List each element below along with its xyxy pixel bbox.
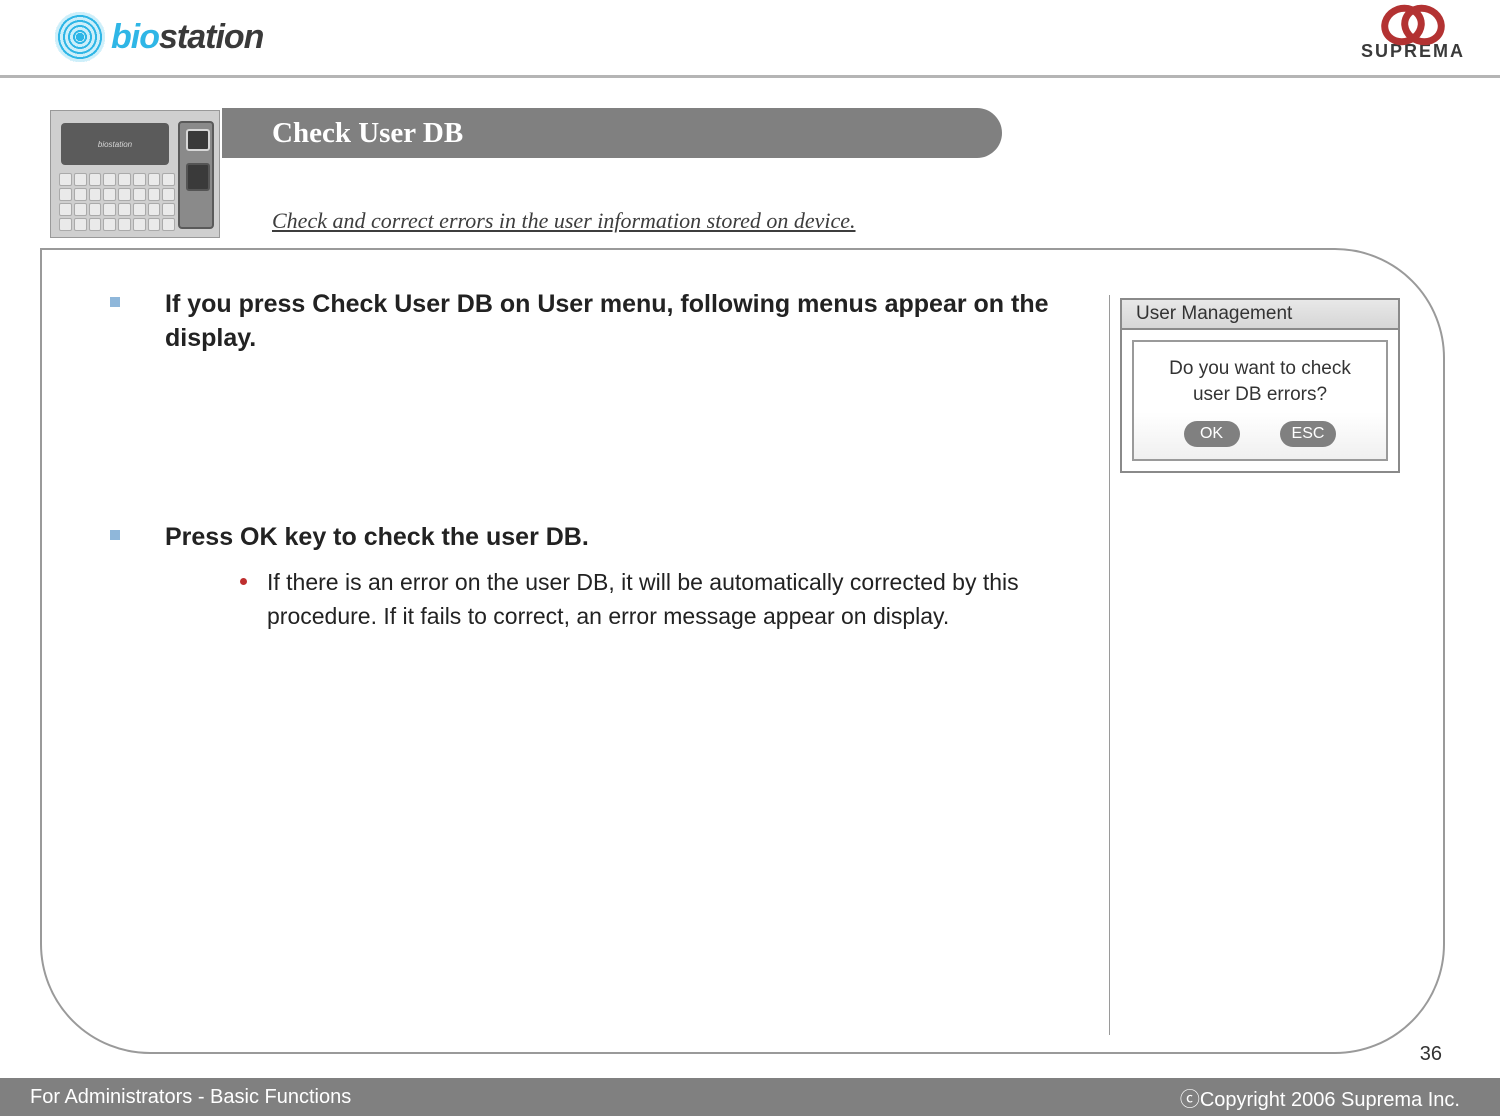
bullet-item-1: If you press Check User DB on User menu,… [110, 288, 1050, 356]
biostation-wordmark: biostation [111, 18, 263, 57]
logo-prefix: bi [111, 18, 139, 56]
page-title-banner: Check User DB [222, 108, 1002, 158]
logo-middle: o [139, 18, 159, 56]
footer-bar: For Administrators - Basic Functions ⓒCo… [0, 1078, 1500, 1116]
dialog-title: User Management [1136, 303, 1292, 325]
dialog-inner: Do you want to check user DB errors? OK … [1132, 340, 1388, 461]
square-bullet-icon [110, 530, 120, 540]
device-keypad-icon [59, 173, 175, 231]
suprema-logo: SUPREMA [1361, 5, 1465, 62]
sub-bullet-item: If there is an error on the user DB, it … [240, 566, 1027, 633]
page-number: 36 [1420, 1043, 1442, 1066]
square-bullet-icon [110, 297, 120, 307]
main-content: If you press Check User DB on User menu,… [110, 288, 1050, 663]
page-header: biostation SUPREMA [0, 0, 1500, 78]
dialog-titlebar: User Management [1120, 298, 1400, 330]
suprema-wordmark: SUPREMA [1361, 41, 1465, 62]
page-title: Check User DB [272, 117, 463, 150]
biostation-logo: biostation [55, 4, 275, 70]
device-screen-icon: biostation [61, 123, 169, 165]
fingerprint-swirl-icon [55, 12, 105, 62]
footer-left: For Administrators - Basic Functions [30, 1086, 351, 1109]
dialog-question: Do you want to check user DB errors? [1142, 356, 1378, 407]
dialog-body: Do you want to check user DB errors? OK … [1120, 330, 1400, 473]
sub-bullet-text: If there is an error on the user DB, it … [267, 566, 1027, 633]
bullet-1-text: If you press Check User DB on User menu,… [165, 288, 1050, 356]
user-management-dialog: User Management Do you want to check use… [1120, 298, 1400, 473]
sub-list: If there is an error on the user DB, it … [240, 566, 1027, 633]
esc-button[interactable]: ESC [1280, 421, 1337, 447]
dialog-button-row: OK ESC [1142, 421, 1378, 447]
device-sensor-icon [178, 121, 214, 229]
ok-button[interactable]: OK [1184, 421, 1240, 447]
dialog-question-line1: Do you want to check [1169, 358, 1351, 379]
device-thumbnail: biostation [50, 110, 220, 238]
dialog-question-line2: user DB errors? [1193, 384, 1327, 405]
bullet-2-text: Press OK key to check the user DB. [165, 521, 1027, 555]
page-subtitle: Check and correct errors in the user inf… [272, 208, 856, 234]
logo-suffix: station [159, 18, 263, 56]
vertical-divider [1109, 295, 1110, 1035]
dot-bullet-icon [240, 578, 247, 585]
bullet-item-2: Press OK key to check the user DB. If th… [110, 521, 1050, 633]
infinity-icon [1373, 5, 1453, 39]
footer-right: ⓒCopyright 2006 Suprema Inc. [1180, 1083, 1460, 1112]
